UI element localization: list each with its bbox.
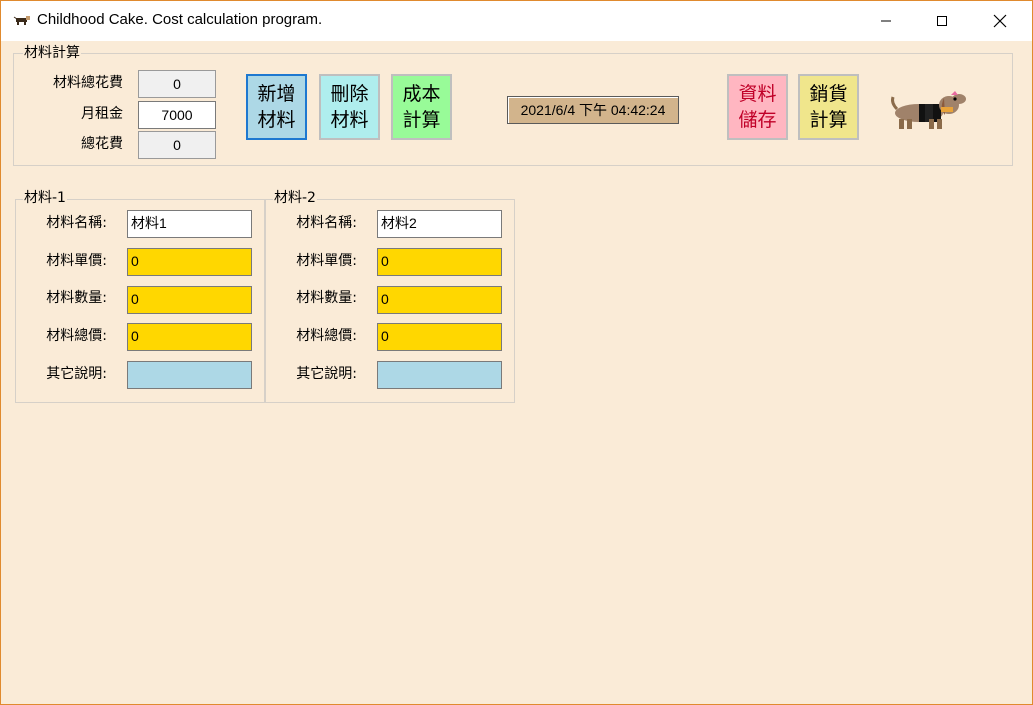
material-1-price-label: 材料單價: bbox=[46, 253, 107, 269]
total-cost-label: 總花費 bbox=[81, 136, 123, 152]
datetime-display: 2021/6/4 下午 04:42:24 bbox=[507, 96, 679, 124]
material-1-qty-input[interactable]: 0 bbox=[127, 286, 252, 314]
material-2-total-label: 材料總價: bbox=[296, 328, 357, 344]
title-bar[interactable]: Childhood Cake. Cost calculation program… bbox=[1, 1, 1032, 41]
summary-group-title: 材料計算 bbox=[23, 45, 81, 61]
close-icon bbox=[993, 14, 1007, 28]
material-1-note-input[interactable] bbox=[127, 361, 252, 389]
material-2-qty-label: 材料數量: bbox=[296, 290, 357, 306]
dachshund-icon bbox=[13, 16, 30, 25]
total-material-field: 0 bbox=[138, 70, 216, 98]
material-1-price-input[interactable]: 0 bbox=[127, 248, 252, 276]
total-material-label: 材料總花費 bbox=[53, 75, 123, 91]
material-1-name-label: 材料名稱: bbox=[46, 215, 107, 231]
save-data-button[interactable]: 資料 儲存 bbox=[727, 74, 788, 140]
material-2-price-input[interactable]: 0 bbox=[377, 248, 502, 276]
material-1-total-input[interactable]: 0 bbox=[127, 323, 252, 351]
material-1-total-label: 材料總價: bbox=[46, 328, 107, 344]
minimize-icon bbox=[881, 20, 891, 22]
close-button[interactable] bbox=[977, 1, 1023, 41]
minimize-button[interactable] bbox=[863, 1, 909, 41]
sales-calc-button[interactable]: 銷貨 計算 bbox=[798, 74, 859, 140]
material-2-qty-input[interactable]: 0 bbox=[377, 286, 502, 314]
material-1-name-input[interactable]: 材料1 bbox=[127, 210, 252, 238]
material-1-qty-label: 材料數量: bbox=[46, 290, 107, 306]
cost-calc-button[interactable]: 成本 計算 bbox=[391, 74, 452, 140]
material-2-name-label: 材料名稱: bbox=[296, 215, 357, 231]
material-2-note-input[interactable] bbox=[377, 361, 502, 389]
material-2-note-label: 其它說明: bbox=[296, 366, 357, 382]
window-title: Childhood Cake. Cost calculation program… bbox=[37, 11, 323, 28]
maximize-button[interactable] bbox=[919, 1, 965, 41]
material-1-note-label: 其它說明: bbox=[46, 366, 107, 382]
material-2-group-title: 材料-2 bbox=[273, 190, 317, 206]
dachshund-image bbox=[891, 91, 966, 129]
material-2-name-input[interactable]: 材料2 bbox=[377, 210, 502, 238]
material-2-total-input[interactable]: 0 bbox=[377, 323, 502, 351]
rent-input[interactable]: 7000 bbox=[138, 101, 216, 129]
total-cost-field: 0 bbox=[138, 131, 216, 159]
rent-label: 月租金 bbox=[81, 106, 123, 122]
app-window: Childhood Cake. Cost calculation program… bbox=[0, 0, 1033, 705]
add-material-button[interactable]: 新增 材料 bbox=[246, 74, 307, 140]
maximize-icon bbox=[937, 16, 947, 26]
delete-material-button[interactable]: 刪除 材料 bbox=[319, 74, 380, 140]
material-1-group-title: 材料-1 bbox=[23, 190, 67, 206]
material-2-price-label: 材料單價: bbox=[296, 253, 357, 269]
